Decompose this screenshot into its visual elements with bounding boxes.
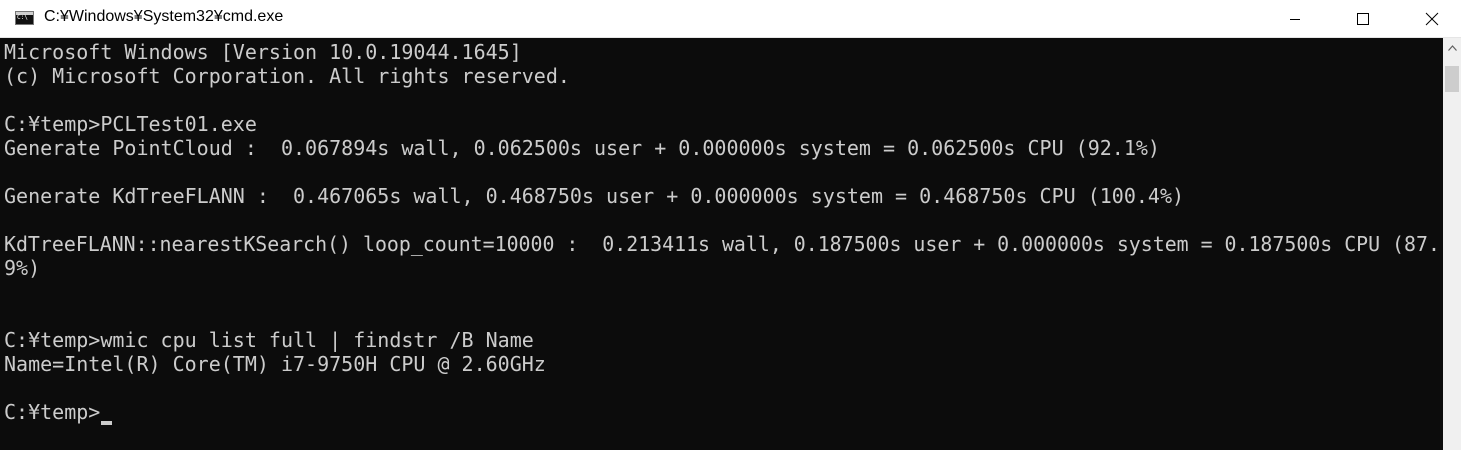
minimize-button[interactable] (1272, 0, 1318, 38)
console-line: Generate PointCloud : 0.067894s wall, 0.… (4, 136, 1160, 160)
console-line: (c) Microsoft Corporation. All rights re… (4, 64, 570, 88)
vertical-scrollbar[interactable] (1443, 38, 1461, 450)
console-line: Microsoft Windows [Version 10.0.19044.16… (4, 40, 522, 64)
prompt-line[interactable]: C:¥temp> (4, 400, 113, 425)
console-line: KdTreeFLANN::nearestKSearch() loop_count… (4, 232, 1440, 256)
scroll-thumb[interactable] (1445, 66, 1459, 92)
console-line: C:¥temp>PCLTest01.exe (4, 112, 257, 136)
title-bar[interactable]: C:¥Windows¥System32¥cmd.exe (0, 0, 1461, 38)
cmd-window: C:¥Windows¥System32¥cmd.exe Microsoft Wi… (0, 0, 1461, 450)
close-button[interactable] (1409, 0, 1455, 38)
close-icon (1425, 12, 1439, 26)
prompt-text: C:¥temp> (4, 400, 101, 424)
chevron-up-icon (1447, 45, 1457, 51)
text-cursor (101, 421, 113, 425)
minimize-icon (1290, 19, 1300, 20)
window-title: C:¥Windows¥System32¥cmd.exe (44, 8, 284, 25)
cmd-icon[interactable] (15, 11, 34, 25)
scroll-up-button[interactable] (1443, 38, 1461, 58)
maximize-icon (1357, 13, 1369, 25)
maximize-button[interactable] (1340, 0, 1386, 38)
console-line: C:¥temp>wmic cpu list full | findstr /B … (4, 328, 534, 352)
console-output[interactable]: Microsoft Windows [Version 10.0.19044.16… (0, 38, 1443, 450)
console-line: Generate KdTreeFLANN : 0.467065s wall, 0… (4, 184, 1185, 208)
console-line: Name=Intel(R) Core(TM) i7-9750H CPU @ 2.… (4, 352, 546, 376)
console-line: 9%) (4, 256, 41, 280)
